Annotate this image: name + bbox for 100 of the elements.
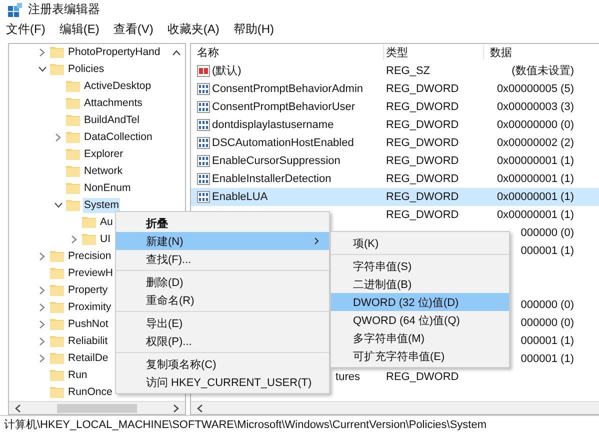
expand-chevron-icon[interactable] [39, 48, 45, 57]
binary-value-icon [197, 190, 210, 203]
folder-icon [82, 216, 96, 228]
folder-icon [50, 250, 64, 262]
folder-icon [66, 97, 80, 110]
value-type: REG_DWORD [386, 190, 459, 203]
binary-value-icon [197, 136, 210, 149]
menu-item[interactable]: 收藏夹(A) [167, 21, 220, 38]
value-name: EnableCursorSuppression [212, 154, 340, 167]
tree-item[interactable]: Explorer [83, 146, 124, 162]
value-data: 0x00000005 (5) [496, 82, 574, 95]
tree-item[interactable]: Property [67, 282, 109, 298]
binary-value-icon [197, 82, 210, 95]
folder-icon [50, 386, 64, 398]
value-type: REG_DWORD [386, 82, 459, 95]
collapse-chevron-icon[interactable] [38, 66, 46, 72]
menu-item[interactable]: 查找(F)... [116, 250, 329, 268]
expand-chevron-icon[interactable] [71, 234, 77, 244]
value-data: 000001 (1) [520, 352, 574, 365]
tree-item[interactable]: BuildAndTel [83, 112, 140, 128]
status-path: 计算机\HKEY_LOCAL_MACHINE\SOFTWARE\Microsoft\Windows\CurrentVersion\Policies\System [4, 418, 486, 432]
folder-icon [66, 165, 80, 178]
tree-item[interactable]: Run [67, 368, 88, 383]
menu-item[interactable]: 新建(N) [116, 232, 329, 250]
menu-item[interactable]: 重命名(R) [116, 291, 329, 309]
folder-icon [50, 63, 64, 76]
value-type: REG_DWORD [386, 370, 459, 383]
tree-item[interactable]: Attachments [83, 96, 144, 111]
value-type: REG_DWORD [386, 136, 459, 149]
value-data: 0x00000001 (1) [496, 208, 574, 221]
menu-item[interactable]: 复制项名称(C) [116, 355, 329, 373]
binary-value-icon [197, 172, 210, 185]
value-data: 0x00000001 (1) [496, 172, 574, 185]
tree-item[interactable]: DataCollection [83, 130, 154, 145]
selected-row[interactable]: EnableLUA REG_DWORD 0x00000001 (1) [191, 188, 599, 206]
tree-item[interactable]: System [83, 198, 120, 213]
value-data: 000000 (0) [520, 316, 574, 329]
value-data: 0x00000001 (1) [496, 190, 574, 203]
value-type: REG_DWORD [386, 208, 459, 221]
tree-item[interactable]: Network [83, 164, 124, 179]
column-header[interactable]: 类型 [384, 45, 484, 60]
menu-item[interactable]: 项(K) [331, 234, 509, 252]
folder-icon [50, 318, 64, 330]
expand-chevron-icon[interactable] [39, 252, 45, 261]
binary-value-icon [197, 118, 210, 131]
expand-chevron-icon[interactable] [55, 132, 61, 142]
column-header[interactable]: 名称 [191, 45, 384, 60]
folder-icon [66, 131, 80, 144]
tree-item[interactable]: Policies [67, 62, 106, 77]
menu-item[interactable]: 字符串值(S) [331, 257, 509, 275]
value-name: ConsentPromptBehaviorUser [212, 100, 356, 113]
menu-item[interactable]: 查看(V) [113, 21, 154, 38]
tree-item[interactable]: RunOnce [67, 384, 114, 400]
scrollbar-thumb[interactable] [57, 404, 137, 413]
folder-icon [50, 335, 64, 348]
menu-item[interactable]: 编辑(E) [59, 21, 100, 38]
value-data: 0x00000002 (2) [496, 136, 574, 149]
tree-item[interactable]: ActiveDesktop [83, 78, 152, 94]
menu-item[interactable]: 帮助(H) [233, 21, 274, 38]
menu-item[interactable]: 删除(D) [116, 273, 329, 291]
menu-item[interactable]: QWORD (64 位)值(Q) [331, 311, 509, 329]
tree-item[interactable]: NonEnum [83, 180, 132, 196]
tree-item[interactable]: Reliabilit [67, 334, 109, 349]
tree-item[interactable]: PushNot [67, 316, 110, 332]
tree-item[interactable]: UI [99, 232, 112, 247]
menu-item[interactable]: 权限(P)... [116, 332, 329, 350]
collapse-chevron-icon[interactable] [54, 202, 62, 208]
value-name: (默认) [212, 64, 242, 78]
menu-item[interactable]: 文件(F) [6, 21, 46, 38]
value-type: REG_DWORD [386, 100, 459, 113]
tree-item[interactable]: Proximity [67, 300, 112, 315]
tree-item[interactable]: PreviewH [67, 266, 114, 281]
value-name: dontdisplaylastusername [212, 118, 334, 131]
folder-icon [50, 284, 64, 296]
menu-item[interactable]: 多字符串值(M) [331, 329, 509, 347]
menu-item[interactable]: 导出(E) [116, 314, 329, 332]
folder-icon [50, 267, 64, 280]
value-name: EnableInstallerDetection [212, 172, 332, 185]
value-data: 000000 (0) [520, 298, 574, 311]
menu-item[interactable]: 可扩充字符串值(E) [331, 347, 509, 365]
registry-icon [8, 2, 22, 17]
tree-item[interactable]: Au [99, 214, 114, 230]
value-name: DSCAutomationHostEnabled [212, 136, 354, 149]
menu-item[interactable]: DWORD (32 位)值(D) [331, 293, 509, 311]
menu-item[interactable]: 访问 HKEY_CURRENT_USER(T) [116, 373, 329, 391]
menu-item[interactable]: 二进制值(B) [331, 275, 509, 293]
column-header[interactable]: 数据 [484, 45, 574, 60]
binary-value-icon [197, 100, 210, 113]
value-data: 0x00000003 (3) [496, 100, 574, 113]
folder-icon [66, 182, 80, 194]
tree-item[interactable]: RetailDe [67, 350, 110, 366]
tree-item[interactable]: Precision [67, 248, 112, 264]
folder-icon [50, 369, 64, 382]
folder-icon [50, 301, 64, 314]
string-value-icon [197, 64, 210, 77]
menu-item[interactable]: 折叠 [116, 214, 329, 232]
value-type: REG_DWORD [386, 172, 459, 185]
folder-icon [82, 233, 96, 246]
value-name: ConsentPromptBehaviorAdmin [212, 82, 364, 95]
tree-item[interactable]: PhotoPropertyHand [67, 44, 162, 60]
